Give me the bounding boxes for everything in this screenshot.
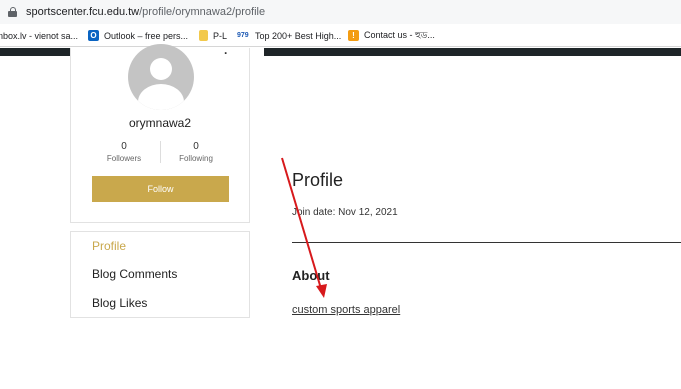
about-link[interactable]: custom sports apparel [292, 304, 400, 316]
browser-address-bar[interactable]: sportscenter.fcu.edu.tw/profile/orymnawa… [0, 0, 681, 24]
site-header-bar [264, 48, 681, 56]
outlook-icon: O [88, 30, 99, 41]
bookmarks-bar: nbox.lv - vienot sa... O Outlook – free … [0, 24, 681, 47]
menu-item-profile[interactable]: Profile [92, 239, 126, 253]
profile-card: · orymnawa2 0 Followers 0 Following Foll… [70, 44, 250, 223]
url-text[interactable]: sportscenter.fcu.edu.tw/profile/orymnawa… [26, 6, 265, 18]
join-date: Join date: Nov 12, 2021 [292, 207, 398, 218]
bookmark-contact[interactable]: ! Contact us - হুড... [348, 24, 435, 47]
page-title: Profile [292, 170, 344, 190]
profile-menu: Profile Blog Comments Blog Likes [70, 231, 250, 318]
following-stat[interactable]: 0 Following [156, 141, 236, 163]
bookmark-label: nbox.lv - vienot sa... [0, 30, 79, 41]
menu-item-blog-comments[interactable]: Blog Comments [92, 267, 177, 281]
section-divider [292, 242, 681, 243]
site-header-bar [0, 48, 70, 56]
bookmark-pl[interactable]: P-L [199, 24, 227, 47]
bookmark-label: P-L [213, 30, 228, 41]
bookmark-label: Outlook – free pers... [104, 30, 189, 41]
site-979-icon: 979 [237, 32, 249, 39]
following-label: Following [179, 154, 213, 163]
profile-username: orymnawa2 [128, 116, 192, 130]
bookmark-top200[interactable]: 979 Top 200+ Best High... [237, 24, 341, 47]
bookmark-label: Contact us - হুড... [364, 30, 435, 40]
more-options-icon[interactable]: · [224, 46, 228, 60]
about-heading: About [292, 268, 330, 283]
bookmark-nbox[interactable]: nbox.lv - vienot sa... [0, 24, 78, 47]
folder-icon [199, 30, 208, 41]
avatar[interactable] [128, 44, 194, 110]
follow-button[interactable]: Follow [92, 176, 229, 202]
bookmark-outlook[interactable]: O Outlook – free pers... [88, 24, 188, 47]
contact-icon: ! [348, 30, 359, 41]
followers-count: 0 [121, 141, 127, 152]
bookmark-label: Top 200+ Best High... [255, 30, 342, 41]
lock-icon[interactable] [8, 7, 17, 17]
menu-item-blog-likes[interactable]: Blog Likes [92, 296, 147, 310]
following-count: 0 [193, 141, 199, 152]
followers-stat[interactable]: 0 Followers [84, 141, 164, 163]
followers-label: Followers [106, 154, 142, 163]
